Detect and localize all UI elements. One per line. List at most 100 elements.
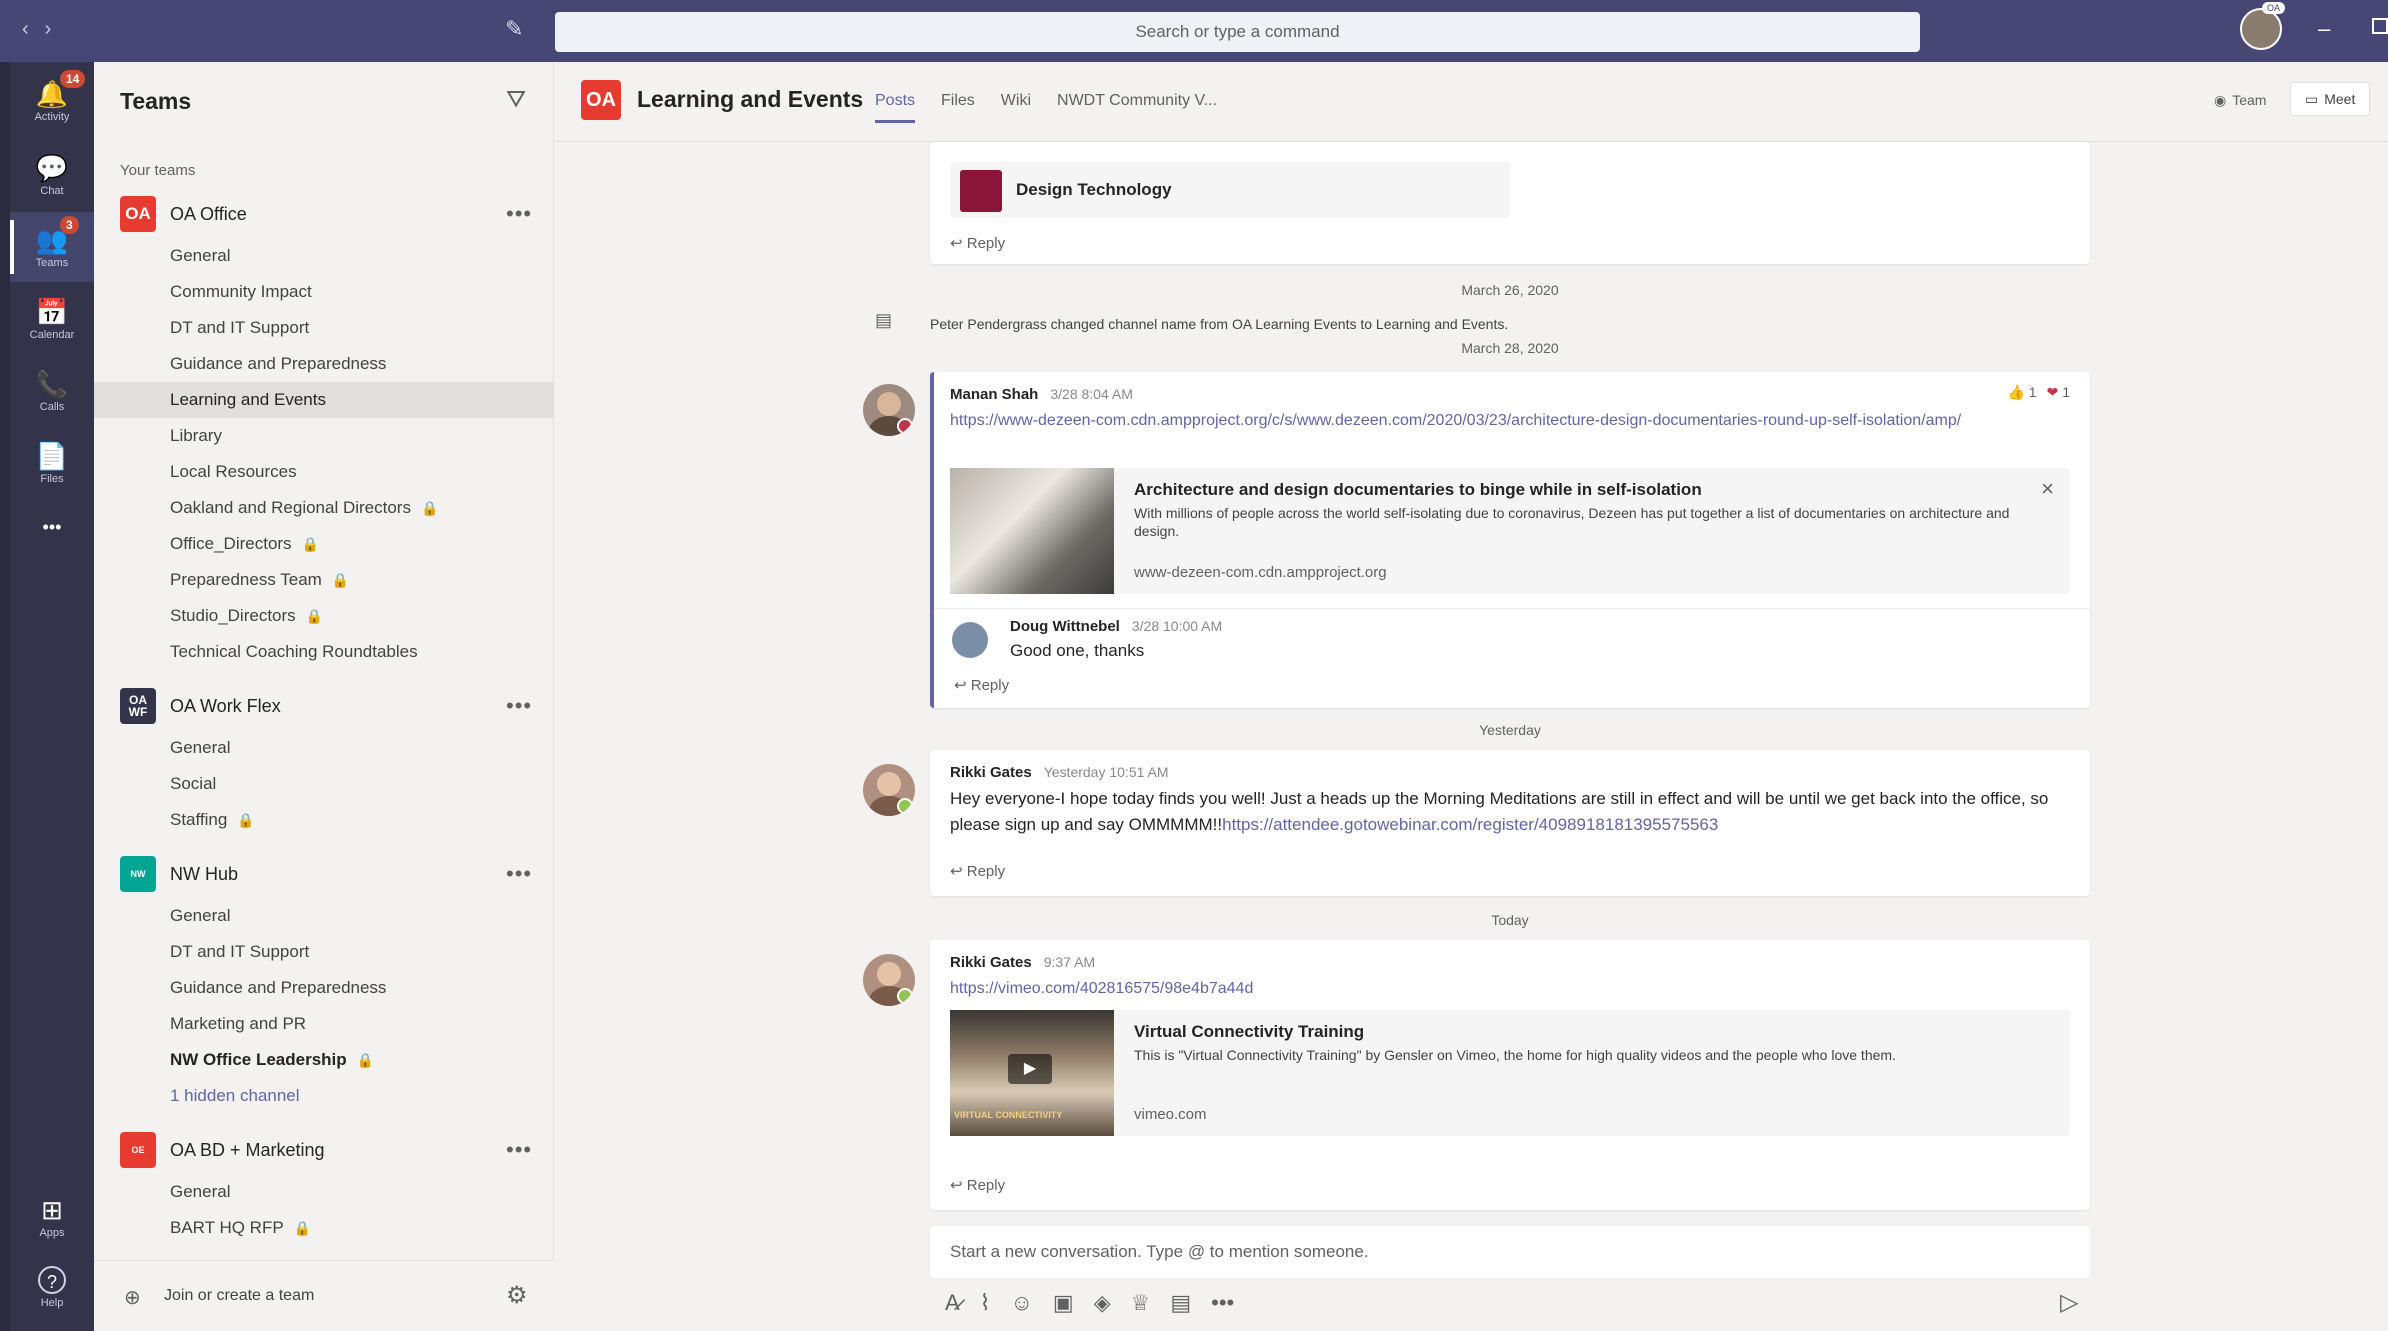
reply-button[interactable]: ↩ Reply	[950, 234, 1005, 252]
message-link[interactable]: https://vimeo.com/402816575/98e4b7a44d	[950, 976, 1253, 1002]
rail-teams[interactable]: 👥 Teams 3	[10, 212, 94, 282]
channel-item[interactable]: General	[94, 730, 554, 766]
more-options-icon[interactable]: •••	[506, 1137, 532, 1163]
profile-avatar[interactable]	[2240, 8, 2282, 50]
minimize-icon[interactable]: –	[2318, 16, 2330, 42]
author-name[interactable]: Rikki Gates	[950, 764, 1032, 781]
new-chat-icon[interactable]: ✎	[505, 16, 523, 42]
heart-reaction[interactable]: ❤ 1	[2047, 384, 2070, 401]
channel-item[interactable]: Oakland and Regional Directors 🔒	[94, 490, 554, 526]
hidden-channels-link[interactable]: 1 hidden channel	[94, 1078, 554, 1114]
heart-count: 1	[2062, 384, 2070, 400]
channel-item[interactable]: Technical Coaching Roundtables	[94, 634, 554, 670]
webinar-link[interactable]: https://attendee.gotowebinar.com/registe…	[1222, 815, 1718, 834]
reply-avatar[interactable]	[952, 622, 988, 658]
channel-item[interactable]: Community Impact	[94, 274, 554, 310]
reply-button[interactable]: ↩ Reply	[954, 676, 1009, 694]
channel-item[interactable]: Office_Directors 🔒	[94, 526, 554, 562]
channel-item[interactable]: Local Resources	[94, 454, 554, 490]
giphy-icon[interactable]: ▣	[1053, 1290, 1074, 1316]
rail-files[interactable]: 📄 Files	[10, 428, 94, 498]
channel-item[interactable]: Studio_Directors 🔒	[94, 598, 554, 634]
emoji-icon[interactable]: ☺	[1010, 1290, 1032, 1316]
phone-icon: 📞	[35, 368, 69, 399]
forward-icon[interactable]: ›	[45, 18, 68, 40]
channel-name: General	[170, 246, 231, 265]
sticker-icon[interactable]: ◈	[1094, 1290, 1111, 1316]
channel-item[interactable]: General	[94, 238, 554, 274]
join-create-team-link[interactable]: Join or create a team	[164, 1287, 314, 1305]
reactions[interactable]: 👍 1 ❤ 1	[2007, 384, 2070, 401]
rail-activity[interactable]: 🔔 Activity 14	[10, 66, 94, 136]
join-team-icon[interactable]: ⊕	[124, 1285, 141, 1310]
team-oa-office[interactable]: OA OA Office •••	[94, 194, 554, 234]
team-button[interactable]: ◉ Team	[2200, 84, 2280, 116]
channel-name: Preparedness Team	[170, 570, 322, 589]
search-input[interactable]: Search or type a command	[555, 12, 1920, 52]
send-icon[interactable]: ▷	[2060, 1288, 2078, 1317]
tab-posts[interactable]: Posts	[875, 92, 916, 123]
rail-more[interactable]: •••	[10, 492, 94, 562]
rail-apps[interactable]: ⊞ Apps	[10, 1182, 94, 1252]
filter-icon[interactable]: ⛛	[506, 86, 526, 114]
author-name[interactable]: Manan Shah	[950, 386, 1038, 403]
channel-item[interactable]: DT and IT Support	[94, 934, 554, 970]
more-options-icon[interactable]: •••	[506, 693, 532, 719]
tab-files[interactable]: Files	[941, 92, 975, 123]
tab-card[interactable]: Design Technology	[950, 162, 1510, 218]
channel-name: Office_Directors	[170, 534, 292, 553]
channel-item[interactable]: General	[94, 898, 554, 934]
nav-arrows[interactable]: ‹›	[22, 18, 67, 41]
channel-item[interactable]: Staffing 🔒	[94, 802, 554, 838]
channel-item[interactable]: DT and IT Support	[94, 310, 554, 346]
avatar[interactable]	[863, 384, 915, 436]
channel-name: NW Office Leadership	[170, 1050, 347, 1069]
reply-button[interactable]: ↩ Reply	[950, 1176, 1005, 1194]
format-icon[interactable]: A̷	[945, 1290, 960, 1316]
tab-wiki[interactable]: Wiki	[1001, 92, 1031, 123]
tab-nwdt-community[interactable]: NWDT Community V...	[1057, 92, 1217, 123]
reply-author[interactable]: Doug Wittnebel	[1010, 618, 1120, 635]
praise-icon[interactable]: ♕	[1131, 1290, 1151, 1316]
channel-item[interactable]: General	[94, 1174, 554, 1210]
team-nw-hub[interactable]: NW NW Hub •••	[94, 854, 554, 894]
channel-item[interactable]: Guidance and Preparedness	[94, 346, 554, 382]
message-link[interactable]: https://www-dezeen-com.cdn.ampproject.or…	[950, 408, 1990, 434]
team-oa-bd-marketing[interactable]: OE OA BD + Marketing •••	[94, 1130, 554, 1170]
channel-item-unread[interactable]: NW Office Leadership 🔒	[94, 1042, 554, 1078]
channel-item[interactable]: BART HQ RFP 🔒	[94, 1210, 554, 1246]
channel-name: Technical Coaching Roundtables	[170, 642, 418, 661]
gear-icon[interactable]: ⚙	[506, 1281, 528, 1310]
like-icon: 👍	[2007, 384, 2025, 400]
team-oa-work-flex[interactable]: OA WF OA Work Flex •••	[94, 686, 554, 726]
compose-input[interactable]: Start a new conversation. Type @ to ment…	[930, 1226, 2090, 1278]
channel-item[interactable]: Guidance and Preparedness	[94, 970, 554, 1006]
back-icon[interactable]: ‹	[22, 18, 45, 40]
meet-button[interactable]: ▭ Meet	[2290, 82, 2371, 116]
channel-item[interactable]: Social	[94, 766, 554, 802]
more-options-icon[interactable]: •••	[506, 201, 532, 227]
channel-item[interactable]: Library	[94, 418, 554, 454]
reply-button[interactable]: ↩ Reply	[950, 862, 1005, 880]
author-name[interactable]: Rikki Gates	[950, 954, 1032, 971]
more-options-icon[interactable]: •••	[506, 861, 532, 887]
attach-icon[interactable]: ⌇	[980, 1290, 991, 1316]
rail-chat[interactable]: 💬 Chat	[10, 140, 94, 210]
avatar[interactable]	[863, 954, 915, 1006]
close-icon[interactable]: ×	[2041, 476, 2054, 502]
like-reaction[interactable]: 👍 1	[2007, 384, 2036, 401]
channel-item[interactable]: Preparedness Team 🔒	[94, 562, 554, 598]
link-preview-card[interactable]: ▶ VIRTUAL CONNECTIVITY Virtual Connectiv…	[950, 1010, 2070, 1136]
thumb-caption: VIRTUAL CONNECTIVITY	[954, 1110, 1063, 1120]
stream-icon[interactable]: ▤	[1170, 1290, 1191, 1316]
rail-calendar[interactable]: 📅 Calendar	[10, 284, 94, 354]
more-options-icon[interactable]: •••	[1211, 1290, 1234, 1316]
channel-item[interactable]: Marketing and PR	[94, 1006, 554, 1042]
maximize-icon[interactable]	[2372, 18, 2388, 34]
link-preview-card[interactable]: Architecture and design documentaries to…	[950, 468, 2070, 594]
channel-item-selected[interactable]: Learning and Events	[94, 382, 554, 418]
play-icon[interactable]: ▶	[1008, 1054, 1052, 1084]
rail-calls[interactable]: 📞 Calls	[10, 356, 94, 426]
avatar[interactable]	[863, 764, 915, 816]
rail-help[interactable]: ? Help	[10, 1252, 94, 1322]
